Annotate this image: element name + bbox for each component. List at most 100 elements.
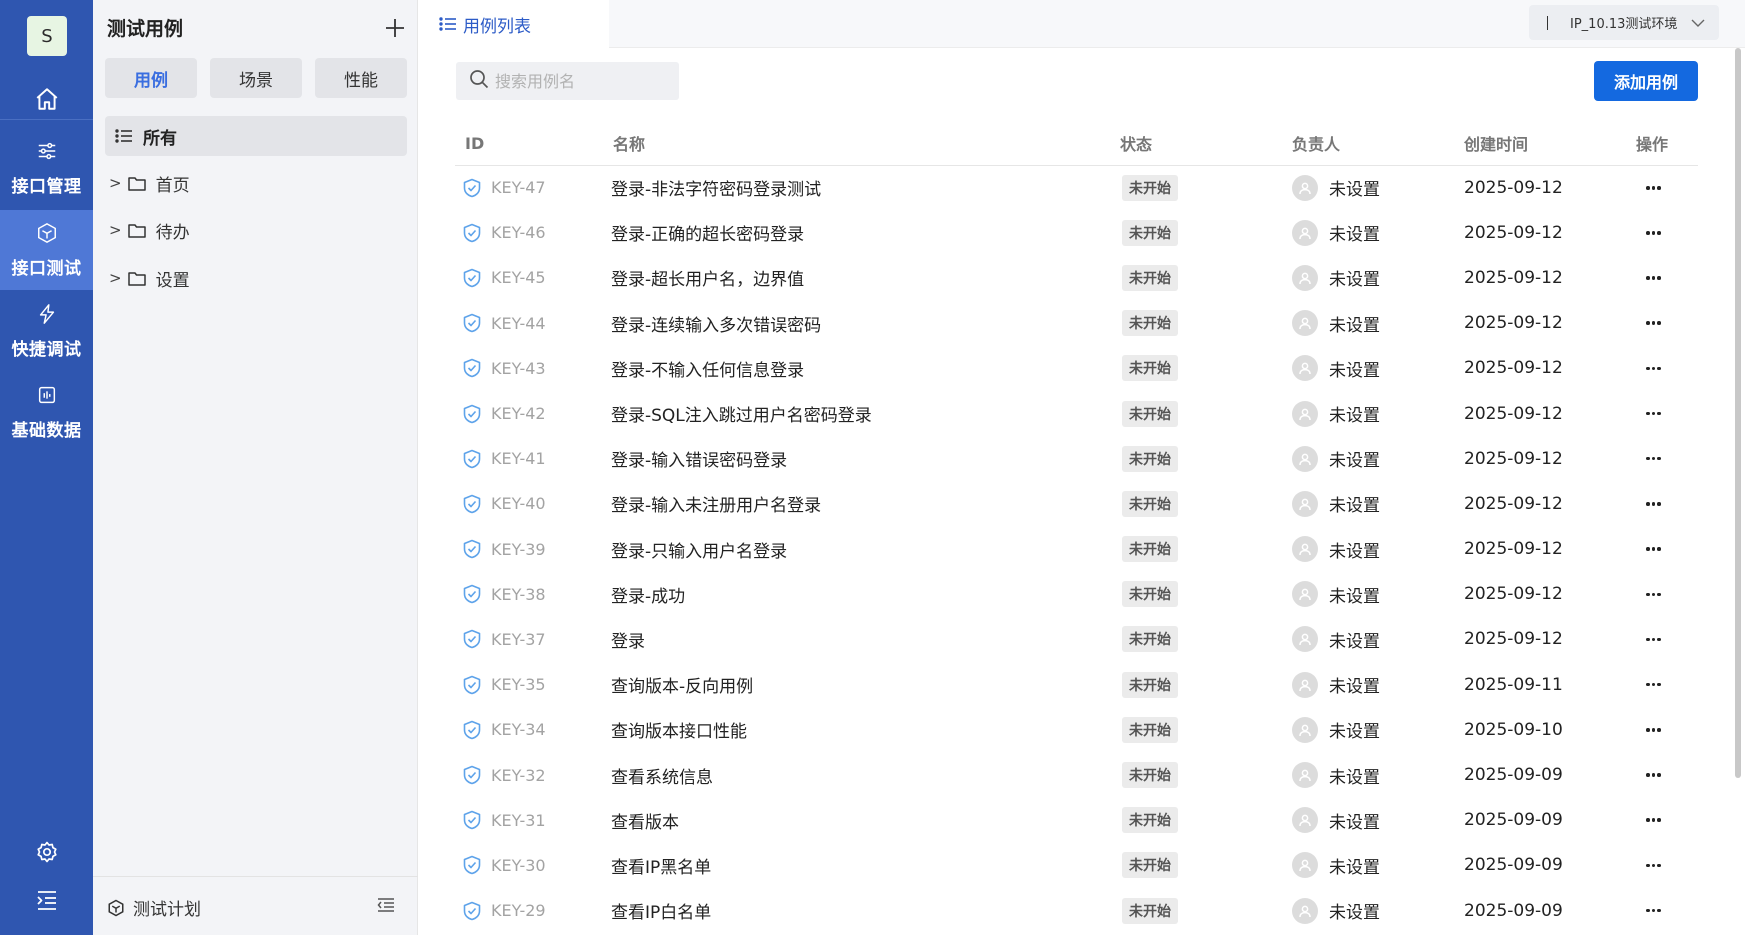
table-row[interactable]: KEY-37 登录 未开始 未设置 2025-09-12 [455, 617, 1698, 662]
test-plan-link[interactable]: 测试计划 [107, 895, 201, 920]
table-row[interactable]: KEY-31 查看版本 未开始 未设置 2025-09-09 [455, 798, 1698, 843]
owner-name[interactable]: 未设置 [1329, 672, 1380, 697]
owner-name[interactable]: 未设置 [1329, 175, 1380, 200]
case-name[interactable]: 查询版本接口性能 [605, 717, 1120, 742]
case-name[interactable]: 登录-输入未注册用户名登录 [605, 491, 1120, 516]
case-id[interactable]: KEY-37 [491, 630, 546, 649]
case-id[interactable]: KEY-42 [491, 404, 546, 423]
table-row[interactable]: KEY-29 查看IP白名单 未开始 未设置 2025-09-09 [455, 888, 1698, 933]
case-name[interactable]: 查看系统信息 [605, 763, 1120, 788]
case-id[interactable]: KEY-39 [491, 540, 546, 559]
column-header-id[interactable]: ID [455, 122, 605, 166]
more-actions-icon[interactable] [1636, 547, 1698, 551]
case-name[interactable]: 登录-成功 [605, 582, 1120, 607]
table-row[interactable]: KEY-34 查询版本接口性能 未开始 未设置 2025-09-10 [455, 707, 1698, 752]
owner-name[interactable]: 未设置 [1329, 401, 1380, 426]
more-actions-icon[interactable] [1636, 502, 1698, 506]
nav-api-testing[interactable]: 接口测试 [0, 210, 93, 290]
case-id[interactable]: KEY-41 [491, 449, 546, 468]
segment-scenarios[interactable]: 场景 [210, 58, 302, 98]
table-row[interactable]: KEY-42 登录-SQL注入跳过用户名密码登录 未开始 未设置 2025-09… [455, 391, 1698, 436]
column-header-owner[interactable]: 负责人 [1292, 122, 1464, 166]
tree-folder-settings[interactable]: > 设置 [109, 263, 190, 293]
case-name[interactable]: 查询版本-反向用例 [605, 672, 1120, 697]
case-id[interactable]: KEY-34 [491, 720, 546, 739]
case-name[interactable]: 查看IP白名单 [605, 898, 1120, 923]
search-input[interactable] [495, 71, 665, 91]
more-actions-icon[interactable] [1636, 863, 1698, 868]
case-name[interactable]: 登录 [605, 627, 1120, 652]
case-id[interactable]: KEY-44 [491, 314, 546, 333]
home-icon[interactable] [0, 80, 93, 118]
more-actions-icon[interactable] [1636, 637, 1698, 642]
case-name[interactable]: 登录-不输入任何信息登录 [605, 356, 1120, 381]
owner-name[interactable]: 未设置 [1329, 582, 1380, 607]
table-row[interactable]: KEY-43 登录-不输入任何信息登录 未开始 未设置 2025-09-12 [455, 346, 1698, 391]
table-row[interactable]: KEY-35 查询版本-反向用例 未开始 未设置 2025-09-11 [455, 662, 1698, 707]
column-header-created[interactable]: 创建时间 [1464, 122, 1636, 166]
settings-icon[interactable] [0, 834, 93, 870]
more-actions-icon[interactable] [1636, 186, 1698, 190]
case-name[interactable]: 查看IP黑名单 [605, 853, 1120, 878]
owner-name[interactable]: 未设置 [1329, 491, 1380, 516]
owner-name[interactable]: 未设置 [1329, 265, 1380, 290]
more-actions-icon[interactable] [1636, 231, 1698, 235]
table-row[interactable]: KEY-32 查看系统信息 未开始 未设置 2025-09-09 [455, 752, 1698, 797]
nav-quick-debug[interactable]: 快捷调试 [0, 291, 93, 371]
table-row[interactable]: KEY-40 登录-输入未注册用户名登录 未开始 未设置 2025-09-12 [455, 481, 1698, 526]
case-id[interactable]: KEY-30 [491, 856, 546, 875]
column-header-status[interactable]: 状态 [1120, 122, 1292, 166]
case-id[interactable]: KEY-43 [491, 359, 546, 378]
menu-collapse-icon[interactable] [0, 882, 93, 918]
table-row[interactable]: KEY-38 登录-成功 未开始 未设置 2025-09-12 [455, 572, 1698, 617]
case-name[interactable]: 登录-正确的超长密码登录 [605, 220, 1120, 245]
more-actions-icon[interactable] [1636, 321, 1698, 325]
segment-cases[interactable]: 用例 [105, 58, 197, 98]
owner-name[interactable]: 未设置 [1329, 898, 1380, 923]
search-box[interactable] [456, 62, 679, 100]
case-id[interactable]: KEY-47 [491, 178, 546, 197]
case-id[interactable]: KEY-31 [491, 811, 546, 830]
case-name[interactable]: 登录-SQL注入跳过用户名密码登录 [605, 401, 1120, 426]
owner-name[interactable]: 未设置 [1329, 808, 1380, 833]
owner-name[interactable]: 未设置 [1329, 763, 1380, 788]
case-id[interactable]: KEY-35 [491, 675, 546, 694]
case-id[interactable]: KEY-29 [491, 901, 546, 920]
user-avatar[interactable]: S [27, 16, 67, 56]
more-actions-icon[interactable] [1636, 366, 1698, 371]
chevron-right-icon[interactable]: > [109, 269, 122, 287]
case-id[interactable]: KEY-38 [491, 585, 546, 604]
case-name[interactable]: 登录-只输入用户名登录 [605, 537, 1120, 562]
owner-name[interactable]: 未设置 [1329, 446, 1380, 471]
table-row[interactable]: KEY-30 查看IP黑名单 未开始 未设置 2025-09-09 [455, 843, 1698, 888]
owner-name[interactable]: 未设置 [1329, 853, 1380, 878]
nav-api-management[interactable]: 接口管理 [0, 128, 93, 208]
more-actions-icon[interactable] [1636, 456, 1698, 461]
case-name[interactable]: 登录-连续输入多次错误密码 [605, 311, 1120, 336]
table-row[interactable]: KEY-46 登录-正确的超长密码登录 未开始 未设置 2025-09-12 [455, 210, 1698, 255]
case-id[interactable]: KEY-32 [491, 766, 546, 785]
more-actions-icon[interactable] [1636, 773, 1698, 777]
table-row[interactable]: KEY-45 登录-超长用户名，边界值 未开始 未设置 2025-09-12 [455, 255, 1698, 300]
add-case-button[interactable]: 添加用例 [1594, 61, 1698, 101]
case-id[interactable]: KEY-40 [491, 494, 546, 513]
scrollbar-thumb[interactable] [1735, 48, 1741, 778]
more-actions-icon[interactable] [1636, 592, 1698, 597]
case-name[interactable]: 登录-超长用户名，边界值 [605, 265, 1120, 290]
case-name[interactable]: 查看版本 [605, 808, 1120, 833]
more-actions-icon[interactable] [1636, 908, 1698, 913]
chevron-right-icon[interactable]: > [109, 174, 122, 192]
tab-case-list[interactable]: 用例列表 [419, 0, 609, 48]
case-id[interactable]: KEY-45 [491, 268, 546, 287]
tree-item-all[interactable]: 所有 [105, 116, 407, 156]
more-actions-icon[interactable] [1636, 276, 1698, 280]
table-row[interactable]: KEY-47 登录-非法字符密码登录测试 未开始 未设置 2025-09-12 [455, 165, 1698, 210]
owner-name[interactable]: 未设置 [1329, 627, 1380, 652]
more-actions-icon[interactable] [1636, 728, 1698, 732]
chevron-right-icon[interactable]: > [109, 221, 122, 239]
owner-name[interactable]: 未设置 [1329, 220, 1380, 245]
case-name[interactable]: 登录-输入错误密码登录 [605, 446, 1120, 471]
column-header-name[interactable]: 名称 [605, 122, 1120, 166]
case-name[interactable]: 登录-非法字符密码登录测试 [605, 175, 1120, 200]
more-actions-icon[interactable] [1636, 818, 1698, 822]
